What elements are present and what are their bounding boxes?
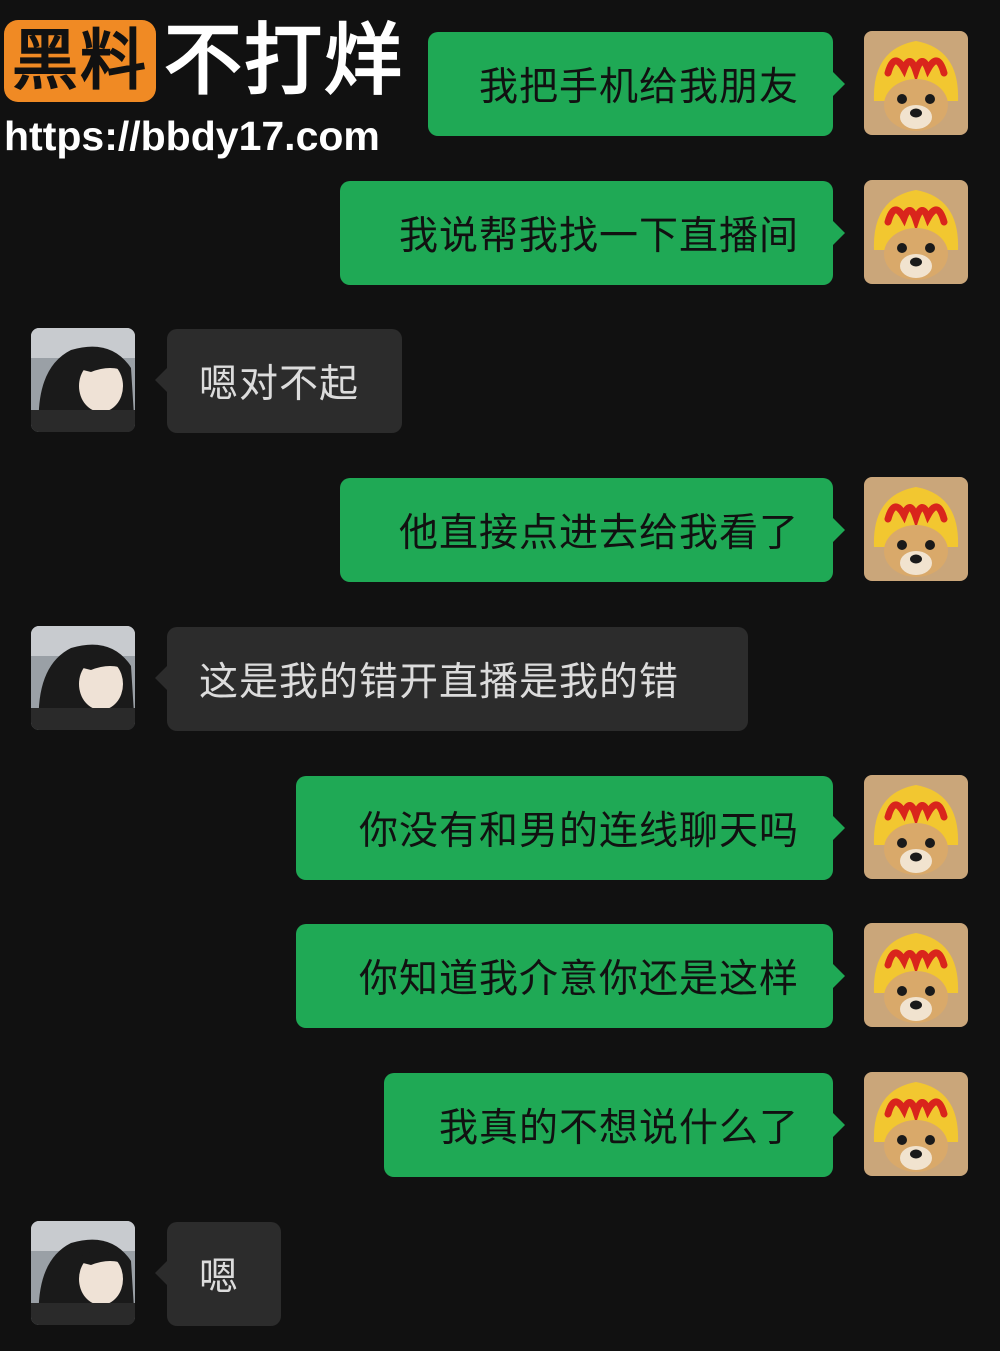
bubble-tail	[833, 816, 845, 840]
bubble-tail	[833, 1113, 845, 1137]
bubble-tail	[155, 368, 167, 392]
dog-avatar[interactable]	[864, 180, 968, 284]
dog-avatar[interactable]	[864, 1072, 968, 1176]
bubble-tail	[833, 72, 845, 96]
watermark-badge-text: 黑料	[12, 22, 148, 99]
outgoing-message-bubble[interactable]: 他直接点进去给我看了	[340, 478, 833, 582]
bubble-tail	[155, 1261, 167, 1285]
bubble-tail	[155, 666, 167, 690]
girl-avatar[interactable]	[31, 1221, 135, 1325]
watermark-title: 不打烊	[164, 16, 405, 106]
bubble-tail	[833, 964, 845, 988]
outgoing-message-bubble[interactable]: 我把手机给我朋友	[428, 32, 833, 136]
outgoing-message-bubble[interactable]: 我真的不想说什么了	[384, 1073, 833, 1177]
watermark-badge: 黑料	[4, 20, 156, 102]
message-text: 嗯对不起	[199, 362, 360, 407]
bubble-tail	[833, 221, 845, 245]
dog-avatar[interactable]	[864, 477, 968, 581]
outgoing-message-bubble[interactable]: 你没有和男的连线聊天吗	[296, 776, 833, 880]
message-text: 这是我的错开直播是我的错	[199, 660, 680, 705]
message-text: 你没有和男的连线聊天吗	[358, 809, 799, 854]
message-text: 你知道我介意你还是这样	[358, 957, 799, 1002]
girl-avatar[interactable]	[31, 626, 135, 730]
watermark-url: https://bbdy17.com	[4, 113, 380, 159]
dog-avatar[interactable]	[864, 31, 968, 135]
incoming-message-bubble[interactable]: 这是我的错开直播是我的错	[167, 627, 748, 731]
message-text: 我把手机给我朋友	[478, 65, 799, 110]
girl-avatar[interactable]	[31, 328, 135, 432]
message-text: 嗯	[199, 1255, 240, 1300]
message-text: 我说帮我找一下直播间	[398, 214, 799, 259]
dog-avatar[interactable]	[864, 923, 968, 1027]
message-text: 我真的不想说什么了	[438, 1106, 799, 1151]
dog-avatar[interactable]	[864, 775, 968, 879]
watermark: 黑料 不打烊 https://bbdy17.com	[4, 20, 404, 157]
outgoing-message-bubble[interactable]: 你知道我介意你还是这样	[296, 924, 833, 1028]
incoming-message-bubble[interactable]: 嗯	[167, 1222, 281, 1326]
incoming-message-bubble[interactable]: 嗯对不起	[167, 329, 402, 433]
outgoing-message-bubble[interactable]: 我说帮我找一下直播间	[340, 181, 833, 285]
bubble-tail	[833, 518, 845, 542]
message-text: 他直接点进去给我看了	[398, 511, 799, 556]
